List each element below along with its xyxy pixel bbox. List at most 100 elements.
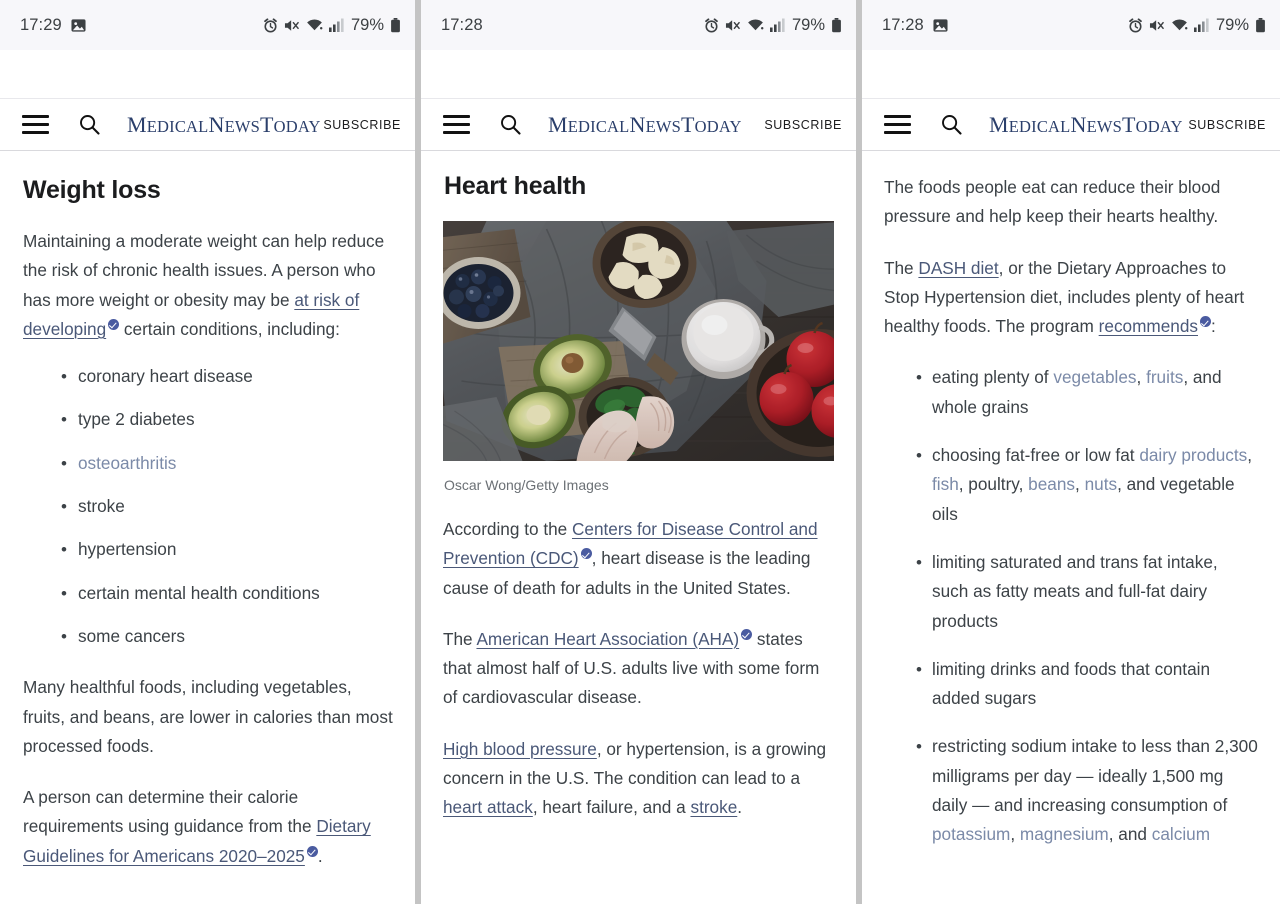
list-item: limiting drinks and foods that contain a… [916,655,1258,714]
link-heart-attack[interactable]: heart attack [443,797,533,817]
list-item-text: limiting saturated and trans fat intake,… [932,551,1218,631]
link-recommends[interactable]: recommends [1099,316,1198,336]
status-bar-left: 17:28 [882,16,948,35]
list-item-label: type 2 diabetes [78,409,195,430]
site-header: MEDICALNEWSTODAY SUBSCRIBE [0,99,415,151]
subscribe-button[interactable]: SUBSCRIBE [323,118,401,132]
paragraph-weight-intro: Maintaining a moderate weight can help r… [23,227,398,344]
wifi-icon [306,18,323,32]
panel-weight-loss: 17:29 79% MEDICALNEWSTODAY SUBSCRIBE Wei… [0,0,415,904]
link-vegetables[interactable]: vegetables [1053,367,1136,387]
battery-percent: 79% [1215,15,1249,34]
clock-time: 17:28 [882,15,924,34]
list-item: certain mental health conditions [61,579,398,609]
battery-percent: 79% [350,15,384,34]
link-osteoarthritis[interactable]: osteoarthritis [78,453,176,473]
list-item: osteoarthritis [61,449,398,479]
paragraph-text: The [443,628,477,649]
battery-percent: 79% [791,15,825,34]
menu-icon[interactable] [22,115,49,134]
image-icon [933,18,948,33]
image-icon [71,18,86,33]
verified-badge-icon [1200,316,1211,328]
signal-icon [328,18,344,32]
paragraph-text: . [317,845,323,866]
status-bar-right: 79% [263,16,401,35]
link-magnesium[interactable]: magnesium [1020,824,1109,844]
status-bar: 17:28 79% [421,0,856,50]
conditions-list: coronary heart disease type 2 diabetes o… [61,362,398,651]
subscribe-button[interactable]: SUBSCRIBE [1188,118,1266,132]
list-item: stroke [61,492,398,522]
list-item: coronary heart disease [61,362,398,392]
battery-icon [390,17,401,33]
site-logo[interactable]: MEDICALNEWSTODAY [548,112,742,138]
list-item: eating plenty of vegetables, fruits, and… [916,363,1258,422]
link-potassium[interactable]: potassium [932,824,1010,844]
menu-icon[interactable] [884,115,911,134]
list-item-text: , poultry, [958,474,1029,495]
list-item-text: limiting drinks and foods that contain a… [932,658,1211,709]
list-item: choosing fat-free or low fat dairy produ… [916,441,1258,529]
list-item-label: certain mental health conditions [78,582,320,603]
verified-badge-icon [108,318,120,330]
search-icon[interactable] [77,113,101,137]
panel-dash-diet: 17:28 79% MEDICALNEWSTODAY SUBSCRIBE The… [862,0,1280,904]
menu-icon[interactable] [443,115,470,134]
search-icon[interactable] [498,113,522,137]
mute-icon [284,18,300,33]
list-item-text: restricting sodium intake to less than 2… [932,736,1258,816]
link-calcium[interactable]: calcium [1152,824,1210,844]
article-body-dash-diet: The foods people eat can reduce their bl… [862,173,1280,850]
link-dash-diet[interactable]: DASH diet [918,258,998,278]
list-item-text: , [1075,474,1085,495]
list-item-label: some cancers [78,625,185,646]
clock-time: 17:28 [441,15,483,34]
image-credit: Oscar Wong/Getty Images [444,477,609,493]
page-title: Weight loss [23,176,161,204]
status-bar-right: 79% [704,16,842,35]
paragraph-text: According to the [443,519,572,539]
link-nuts[interactable]: nuts [1085,474,1118,494]
list-item-label: hypertension [78,539,177,560]
paragraph-aha: The American Heart Association (AHA) sta… [443,625,834,713]
food-photo-illustration [443,221,834,461]
link-fruits[interactable]: fruits [1146,367,1183,387]
status-bar: 17:28 79% [862,0,1280,50]
article-body-weight-loss: Weight loss Maintaining a moderate weigh… [0,176,415,871]
paragraph-text: . [737,797,743,818]
site-header: MEDICALNEWSTODAY SUBSCRIBE [862,99,1280,151]
list-item-text: , [1247,445,1253,466]
site-logo[interactable]: MEDICALNEWSTODAY [127,112,321,138]
wifi-icon [1171,18,1188,32]
status-bar-right: 79% [1128,16,1266,35]
verified-badge-icon [306,845,318,857]
verified-badge-icon [741,628,753,640]
page-title: Heart health [444,172,587,200]
paragraph-text: certain conditions, including: [119,318,340,339]
search-icon[interactable] [939,113,963,137]
mute-icon [1149,18,1165,33]
list-item-text: eating plenty of [932,367,1054,388]
battery-icon [1255,17,1266,33]
list-item-text: choosing fat-free or low fat [932,445,1140,466]
browser-chrome-gap [421,50,856,99]
link-fish[interactable]: fish [932,474,959,494]
link-dairy-products[interactable]: dairy products [1139,445,1247,465]
dash-recommendations-list: eating plenty of vegetables, fruits , and… [916,363,1258,849]
list-item: limiting saturated and trans fat intake,… [916,548,1258,636]
link-beans[interactable]: beans [1028,474,1075,494]
mute-icon [725,18,741,33]
link-stroke[interactable]: stroke [690,797,737,817]
link-high-blood-pressure[interactable]: High blood pressure [443,739,597,759]
site-header: MEDICALNEWSTODAY SUBSCRIBE [421,99,856,151]
status-bar-left: 17:29 [20,16,86,35]
paragraph-text: The [884,257,919,278]
subscribe-button[interactable]: SUBSCRIBE [764,118,842,132]
paragraph-foods-reduce-bp: The foods people eat can reduce their bl… [884,177,1221,227]
site-logo[interactable]: MEDICALNEWSTODAY [989,112,1183,138]
link-aha[interactable]: American Heart Association (AHA) [476,629,739,649]
clock-time: 17:29 [20,15,62,34]
list-item-text: , [1136,367,1147,388]
browser-chrome-gap [862,50,1280,99]
